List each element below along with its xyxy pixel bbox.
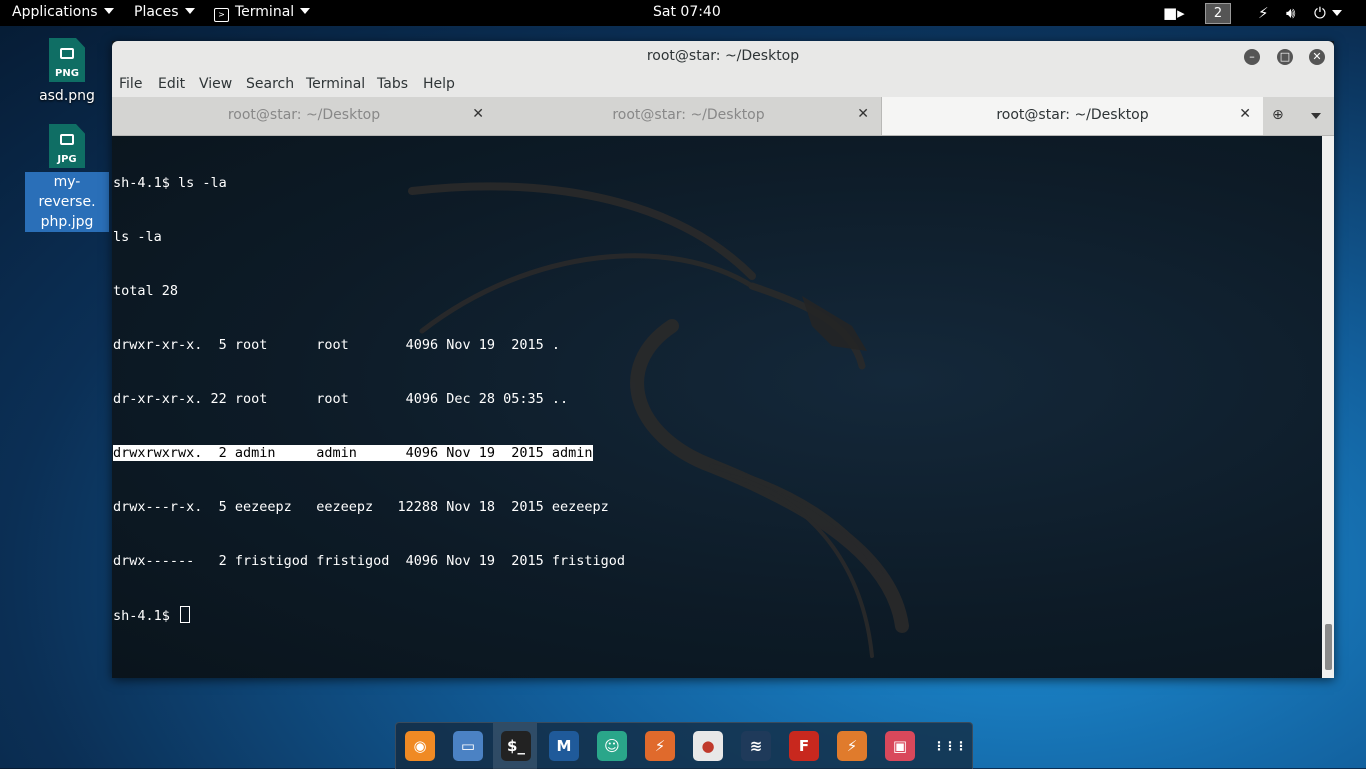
zap-icon[interactable]: ⚡ [837,731,867,761]
terminal-output-area[interactable]: sh-4.1$ ls -la ls -la total 28 drwxr-xr-… [112,136,1322,678]
maltego-icon[interactable]: ● [693,731,723,761]
desktop-file-label: asd.png [39,88,95,104]
maximize-button[interactable]: □ [1277,49,1293,65]
burpsuite-icon[interactable]: ⚡ [645,731,675,761]
terminal-line: sh-4.1$ ls -la [113,175,227,191]
tab-2[interactable]: root@star: ~/Desktop ✕ [496,97,881,135]
menu-help[interactable]: Help [423,76,455,92]
text-cursor [180,606,191,623]
terminal-line: drwx------ 2 fristigod fristigod 4096 No… [113,553,626,569]
tab-1[interactable]: root@star: ~/Desktop ✕ [112,97,496,135]
metasploit-icon[interactable]: M [549,731,579,761]
armitage-icon[interactable]: ☺ [597,731,627,761]
terminal-app-icon[interactable]: $_ [501,731,531,761]
chevron-down-icon[interactable] [1311,113,1321,119]
window-title: root@star: ~/Desktop [646,48,800,64]
desktop-file-asd-png[interactable]: PNG asd.png [25,38,109,106]
menu-search[interactable]: Search [246,76,294,92]
terminal-line: dr-xr-xr-x. 22 root root 4096 Dec 28 05:… [113,391,569,407]
desktop-file-label: my-reverse. php.jpg [25,172,109,232]
file-type-label: PNG [55,68,79,79]
applications-menu[interactable]: Applications [12,4,114,20]
workspace-indicator[interactable]: 2 [1205,3,1231,24]
minimize-button[interactable]: – [1244,49,1260,65]
kali-dragon-icon[interactable]: ≋ [741,731,771,761]
top-panel: Applications Places > Terminal Sat 07:40 … [0,0,1366,26]
chevron-down-icon [1331,10,1342,16]
terminal-line: ls -la [113,229,162,245]
terminal-line-selected[interactable]: drwxrwxrwx. 2 admin admin 4096 Nov 19 20… [113,444,625,462]
terminal-window: root@star: ~/Desktop – □ ✕ File Edit Vie… [112,41,1334,678]
image-file-icon: JPG [49,124,85,168]
menu-view[interactable]: View [199,76,232,92]
menu-tabs[interactable]: Tabs [377,76,408,92]
image-viewer-icon[interactable]: ▣ [885,731,915,761]
volume-icon[interactable]: 🔊︎ [1286,4,1295,22]
tab-label: root@star: ~/Desktop [612,107,765,123]
terminal-icon: > [214,8,229,22]
camera-icon[interactable]: ■▸ [1163,4,1185,22]
menu-file[interactable]: File [119,76,142,92]
file-type-label: JPG [57,154,77,165]
show-apps-icon[interactable]: ⋮⋮⋮ [933,731,967,761]
scrollbar[interactable] [1322,136,1334,678]
menu-edit[interactable]: Edit [158,76,185,92]
dock: ◉ ▭ $_ M ☺ ⚡ ● ≋ F ⚡ ▣ ⋮⋮⋮ [395,722,973,769]
clock[interactable]: Sat 07:40 [653,4,721,20]
chevron-down-icon [300,8,311,14]
menu-terminal[interactable]: Terminal [306,76,365,92]
window-titlebar[interactable]: root@star: ~/Desktop – □ ✕ [112,41,1334,73]
new-tab-icon[interactable]: ⊕ [1272,107,1284,123]
close-icon[interactable]: ✕ [472,106,484,122]
desktop-file-my-reverse-php-jpg[interactable]: JPG my-reverse. php.jpg [25,124,109,232]
selected-text: drwxrwxrwx. 2 admin admin 4096 Nov 19 20… [113,445,593,461]
terminal-text: sh-4.1$ ls -la ls -la total 28 drwxr-xr-… [113,138,625,661]
tab-3[interactable]: root@star: ~/Desktop ✕ [881,97,1263,135]
chevron-down-icon [184,8,195,14]
terminal-prompt-line[interactable]: sh-4.1$ [113,606,625,625]
prompt: sh-4.1$ [113,608,179,624]
network-icon[interactable]: ⚡ [1258,4,1269,22]
firefox-icon[interactable]: ◉ [405,731,435,761]
places-menu[interactable]: Places [134,4,195,20]
tab-label: root@star: ~/Desktop [996,107,1149,123]
faraday-icon[interactable]: F [789,731,819,761]
close-icon[interactable]: ✕ [1239,106,1251,122]
power-icon[interactable]: ⏻ [1314,4,1342,22]
terminal-line: drwx---r-x. 5 eezeepz eezeepz 12288 Nov … [113,499,609,515]
scrollbar-thumb[interactable] [1325,624,1332,670]
menu-bar: File Edit View Search Terminal Tabs Help [112,73,1334,97]
applications-label: Applications [12,4,98,20]
places-label: Places [134,4,179,20]
tab-bar: root@star: ~/Desktop ✕ root@star: ~/Desk… [112,97,1334,136]
terminal-app-menu[interactable]: > Terminal [214,4,311,22]
tab-label: root@star: ~/Desktop [227,107,381,123]
terminal-line: drwxr-xr-x. 5 root root 4096 Nov 19 2015… [113,337,561,353]
chevron-down-icon [103,8,114,14]
image-file-icon: PNG [49,38,85,82]
terminal-app-label: Terminal [235,4,295,20]
close-icon[interactable]: ✕ [857,106,869,122]
terminal-line: total 28 [113,283,179,299]
close-button[interactable]: ✕ [1309,49,1325,65]
files-icon[interactable]: ▭ [453,731,483,761]
